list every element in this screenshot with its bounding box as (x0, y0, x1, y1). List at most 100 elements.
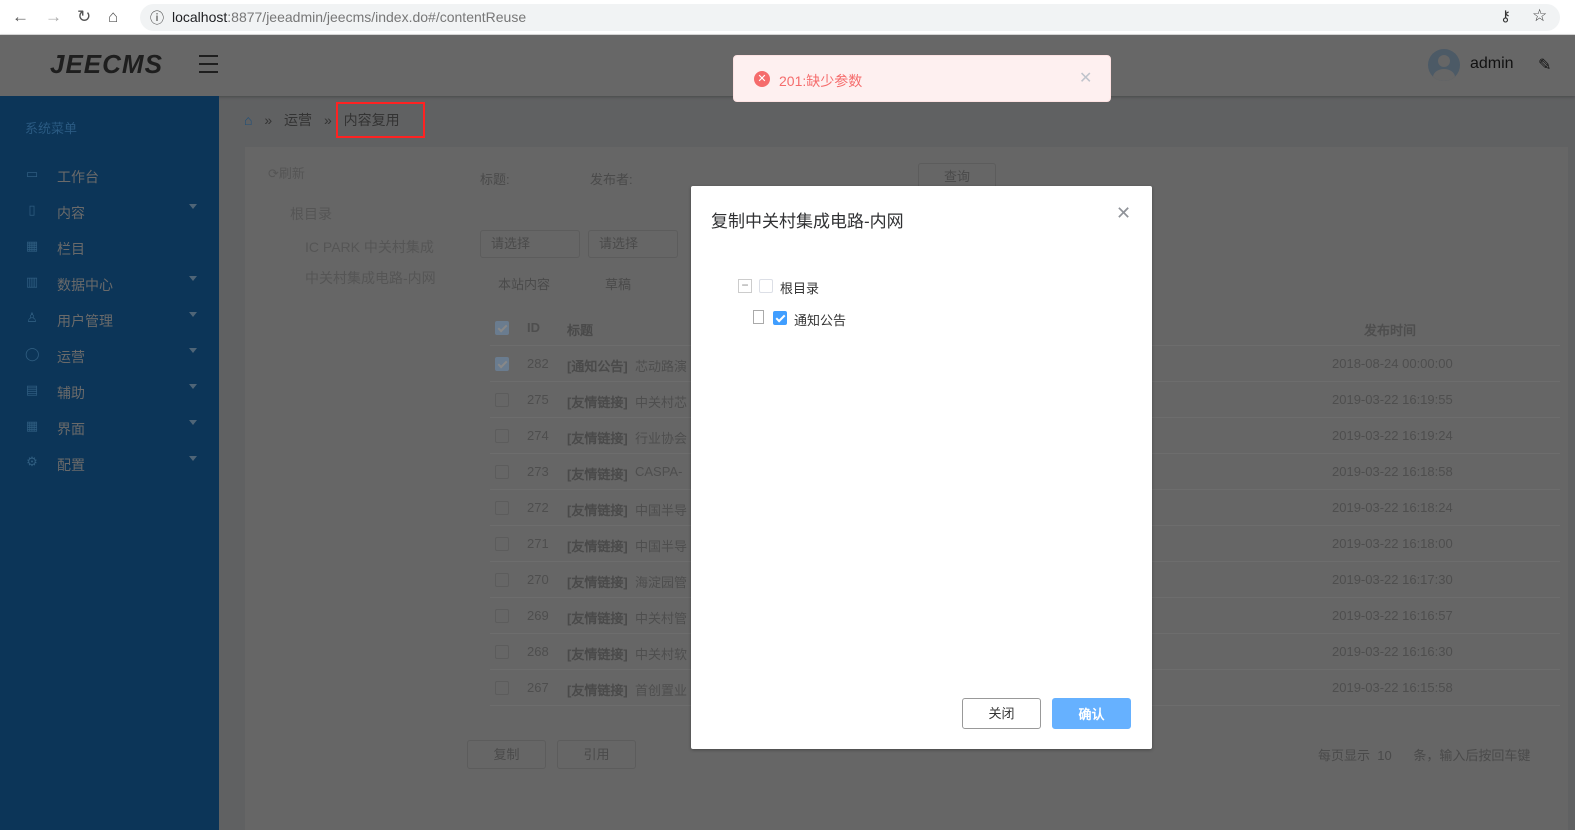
row-title[interactable]: 中关村芯 (635, 392, 695, 411)
row-type: [友情链接] (567, 611, 628, 626)
sidebar-item-label: 数据中心 (57, 277, 113, 293)
tree-node[interactable]: IC PARK 中关村集成 (305, 237, 434, 257)
sidebar-item[interactable]: ▭ 工作台 (0, 158, 219, 194)
row-time: 2019-03-22 16:17:30 (1332, 572, 1453, 587)
toast-close-icon[interactable]: ✕ (1079, 68, 1092, 88)
row-checkbox[interactable] (495, 429, 509, 443)
row-checkbox[interactable] (495, 357, 509, 371)
row-time: 2019-03-22 16:19:24 (1332, 428, 1453, 443)
user-edit-icon[interactable]: ✎ (1538, 55, 1551, 75)
row-checkbox[interactable] (495, 573, 509, 587)
row-type: [友情链接] (567, 503, 628, 518)
menu-icon: ♙ (26, 310, 38, 325)
key-icon[interactable]: ⚷ (1500, 7, 1511, 25)
select-all-checkbox[interactable] (495, 321, 509, 335)
row-title[interactable]: 中国半导 (635, 536, 695, 555)
forward-icon[interactable]: → (45, 7, 62, 27)
collapse-icon[interactable]: − (738, 279, 752, 293)
row-checkbox[interactable] (495, 537, 509, 551)
tree-node-notice[interactable]: 通知公告 (794, 310, 846, 329)
row-checkbox[interactable] (495, 609, 509, 623)
select-1[interactable]: 请选择 (480, 230, 580, 258)
row-id: 273 (527, 464, 549, 479)
row-title[interactable]: CASPA- (635, 464, 695, 479)
row-time: 2019-03-22 16:18:58 (1332, 464, 1453, 479)
sidebar-item[interactable]: ▥ 数据中心 (0, 266, 219, 302)
close-button[interactable]: 关闭 (962, 698, 1041, 729)
row-title[interactable]: 首创置业 (635, 680, 695, 699)
breadcrumb-item-operations[interactable]: 运营 (284, 112, 312, 128)
row-checkbox[interactable] (495, 393, 509, 407)
row-checkbox[interactable] (495, 645, 509, 659)
sidebar-item[interactable]: ▦ 界面 (0, 410, 219, 446)
sidebar-item-label: 配置 (57, 457, 85, 473)
breadcrumb-sep: » (323, 112, 332, 128)
page-size-input[interactable]: 10 (1377, 748, 1391, 763)
sidebar-item[interactable]: ⚙ 配置 (0, 446, 219, 482)
menu-icon: ▯ (28, 202, 36, 217)
home-icon[interactable]: ⌂ (244, 112, 252, 128)
tree-node[interactable]: 中关村集成电路-内网 (305, 268, 436, 288)
sidebar-item-label: 运营 (57, 349, 85, 365)
row-title[interactable]: 中关村软 (635, 644, 695, 663)
row-title[interactable]: 芯动路演 (635, 356, 695, 375)
tree-root-label[interactable]: 根目录 (780, 278, 819, 297)
row-id: 269 (527, 608, 549, 623)
row-title[interactable]: 海淀园管 (635, 572, 695, 591)
row-time: 2019-03-22 16:18:00 (1332, 536, 1453, 551)
chevron-down-icon (189, 276, 197, 285)
sidebar-item[interactable]: ♙ 用户管理 (0, 302, 219, 338)
row-type: [友情链接] (567, 539, 628, 554)
row-checkbox[interactable] (495, 681, 509, 695)
row-id: 271 (527, 536, 549, 551)
row-id: 275 (527, 392, 549, 407)
row-id: 268 (527, 644, 549, 659)
row-time: 2018-08-24 00:00:00 (1332, 356, 1453, 371)
star-icon[interactable]: ☆ (1532, 6, 1547, 26)
reload-icon[interactable]: ↻ (77, 7, 91, 27)
confirm-button[interactable]: 确认 (1052, 698, 1131, 729)
title-filter-label: 标题: (480, 172, 510, 187)
sidebar: 系统菜单 ▭ 工作台 ▯ 内容 ▦ 栏目 ▥ 数据中心 ♙ 用户管理 ◯ 运营 ▤ 辅助 ▦ 界面 ⚙ 配置 (0, 96, 219, 830)
back-icon[interactable]: ← (12, 7, 29, 27)
logo: JEECMS (50, 49, 163, 79)
home-icon[interactable]: ⌂ (108, 7, 118, 27)
tree-root[interactable]: 根目录 (290, 204, 332, 224)
radio-draft[interactable]: 草稿 (605, 274, 631, 293)
close-icon[interactable]: ✕ (1116, 203, 1131, 224)
row-checkbox[interactable] (495, 501, 509, 515)
sidebar-item[interactable]: ◯ 运营 (0, 338, 219, 374)
sidebar-item[interactable]: ▦ 栏目 (0, 230, 219, 266)
info-icon[interactable]: ⓘ (150, 8, 164, 28)
row-title[interactable]: 中关村管 (635, 608, 695, 627)
root-checkbox[interactable] (759, 279, 773, 293)
row-title[interactable]: 行业协会 (635, 428, 695, 447)
cite-button[interactable]: 引用 (557, 740, 636, 769)
toast-message: 201:缺少参数 (779, 73, 863, 89)
sidebar-item[interactable]: ▯ 内容 (0, 194, 219, 230)
menu-icon: ◯ (25, 346, 40, 361)
row-id: 267 (527, 680, 549, 695)
error-toast: ✕ 201:缺少参数 ✕ (733, 55, 1111, 102)
chevron-down-icon (189, 456, 197, 465)
radio-local-content[interactable]: 本站内容 (498, 274, 550, 293)
chevron-down-icon (189, 312, 197, 321)
row-type: [友情链接] (567, 395, 628, 410)
row-title[interactable]: 中国半导 (635, 500, 695, 519)
file-icon (753, 310, 764, 324)
copy-button[interactable]: 复制 (467, 740, 546, 769)
notice-checkbox[interactable] (773, 311, 787, 325)
address-bar[interactable]: ⓘ localhost:8877/jeeadmin/jeecms/index.d… (140, 4, 1560, 31)
sidebar-item-label: 栏目 (57, 241, 85, 257)
refresh-button[interactable]: ⟳刷新 (268, 163, 305, 182)
col-time: 发布时间 (1364, 323, 1417, 338)
menu-toggle-icon[interactable] (199, 55, 218, 79)
row-type: [友情链接] (567, 467, 628, 482)
sidebar-item[interactable]: ▤ 辅助 (0, 374, 219, 410)
select-2[interactable]: 请选择 (588, 230, 678, 258)
row-type: [通知公告] (567, 359, 628, 374)
username[interactable]: admin (1470, 55, 1514, 73)
row-checkbox[interactable] (495, 465, 509, 479)
menu-icon: ▭ (25, 166, 39, 181)
avatar[interactable] (1428, 49, 1460, 81)
